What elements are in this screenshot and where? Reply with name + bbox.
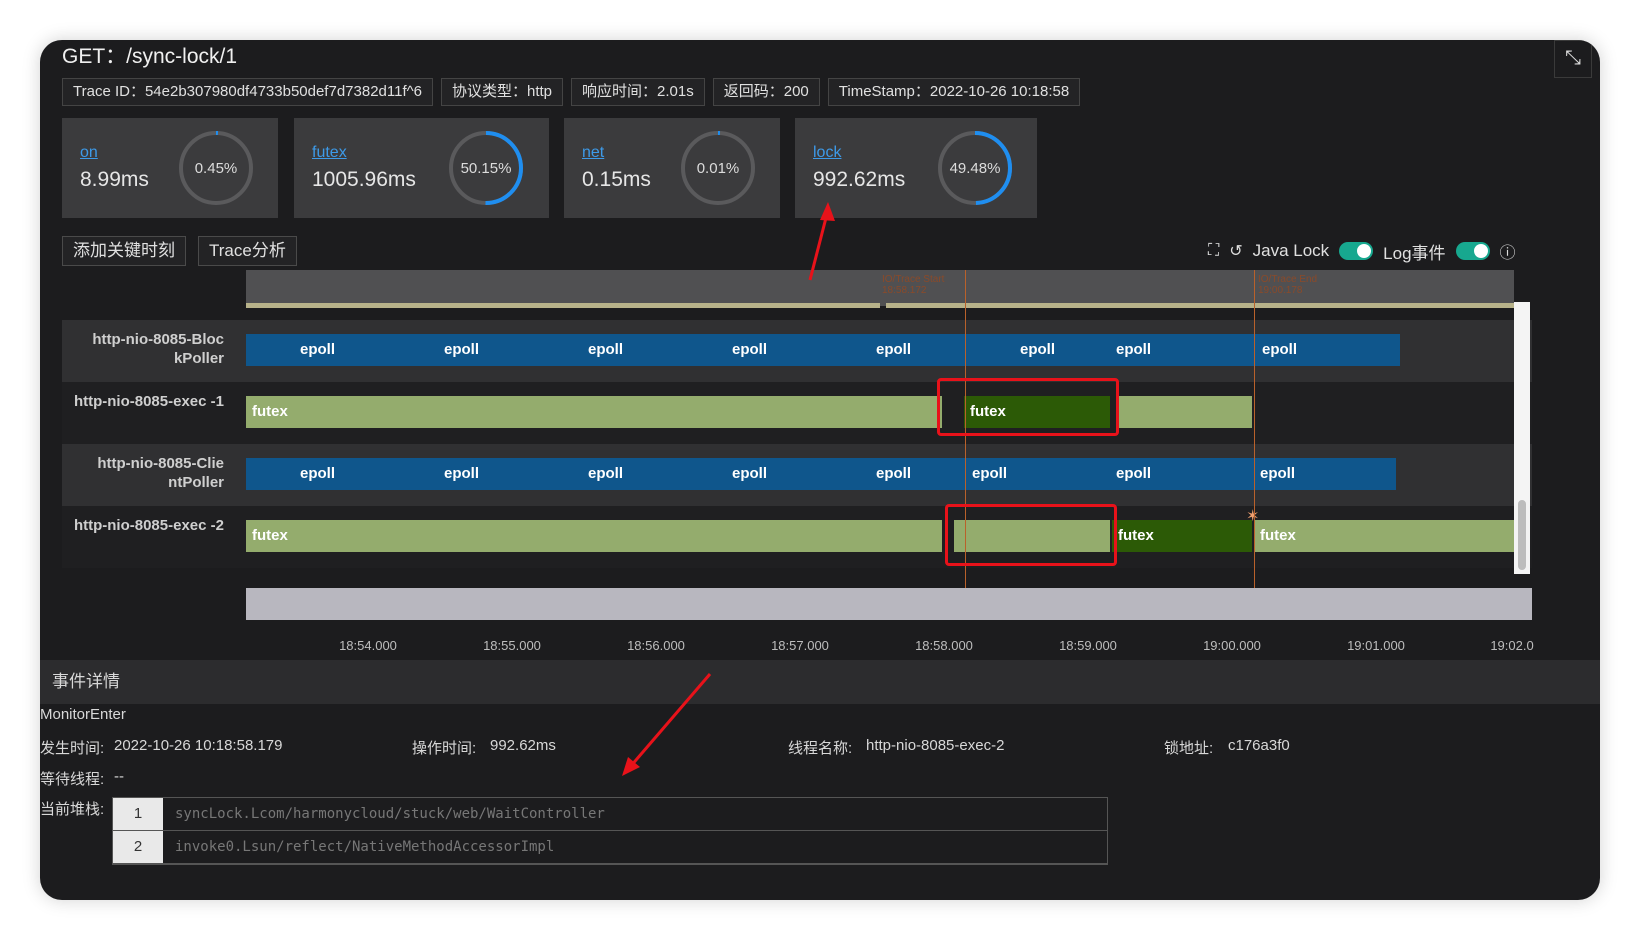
annotation-arrows [622,202,835,776]
arrow-down-line [628,673,712,768]
arrow-up-line [808,209,830,281]
trace-window: GET：/sync-lock/1 ⤡ Trace ID：54e2b307980d… [40,40,1600,900]
arrow-up-head-icon [820,202,835,221]
